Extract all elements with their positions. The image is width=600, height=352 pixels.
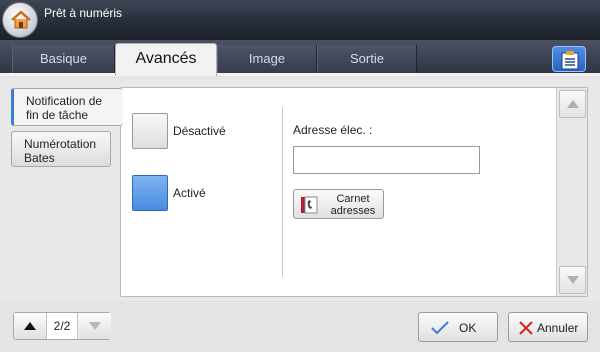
tab-avances[interactable]: Avancés [115, 43, 217, 76]
triangle-up-icon [567, 100, 579, 108]
sidebar-item-label: fin de tâche [26, 108, 89, 122]
tab-sortie[interactable]: Sortie [317, 45, 417, 73]
sidebar-item-job-end-notification[interactable]: Notification de fin de tâche [11, 88, 123, 126]
triangle-up-icon [24, 322, 36, 330]
sidebar-item-label: Bates [24, 151, 55, 165]
sidebar-item-label: Numérotation [24, 137, 97, 151]
ok-label: OK [459, 321, 477, 335]
home-button[interactable] [2, 2, 38, 38]
page-down-button[interactable] [79, 313, 111, 339]
home-icon [11, 10, 31, 29]
option-off-label: Désactivé [173, 124, 226, 138]
check-icon [431, 321, 449, 335]
email-field[interactable] [293, 146, 480, 174]
ok-button[interactable]: OK [418, 312, 498, 342]
scroll-down-button[interactable] [559, 266, 586, 294]
sidebar-item-bates-numbering[interactable]: Numérotation Bates [11, 131, 111, 167]
tab-bar: Basique Avancés Image Sortie [0, 40, 600, 76]
option-off-checkbox[interactable] [132, 113, 168, 149]
job-settings-button[interactable] [552, 46, 586, 72]
scroll-up-button[interactable] [559, 90, 586, 118]
phonebook-icon [301, 196, 318, 214]
option-on-checkbox[interactable] [132, 175, 168, 211]
cancel-button[interactable]: Annuler [508, 312, 588, 342]
triangle-down-icon [567, 276, 579, 284]
x-icon [519, 321, 533, 335]
page-navigator: 2/2 [13, 312, 111, 340]
option-on-label: Activé [173, 186, 206, 200]
divider [282, 107, 283, 277]
sidebar-item-label: Notification de [26, 94, 103, 108]
email-label: Adresse élec. : [293, 123, 373, 137]
triangle-down-icon [89, 322, 101, 330]
tab-image[interactable]: Image [217, 45, 317, 73]
title-bar: Prêt à numéris [0, 0, 600, 40]
clipboard-icon [561, 51, 579, 70]
cancel-label: Annuler [537, 321, 579, 335]
tab-basique[interactable]: Basique [12, 45, 115, 73]
app-title: Prêt à numéris [44, 6, 123, 20]
page-up-button[interactable] [14, 313, 46, 339]
address-book-label: Carnet adresses [330, 193, 376, 217]
address-book-button[interactable]: Carnet adresses [293, 189, 384, 219]
scrollbar[interactable] [556, 88, 587, 296]
page-indicator: 2/2 [46, 313, 78, 339]
